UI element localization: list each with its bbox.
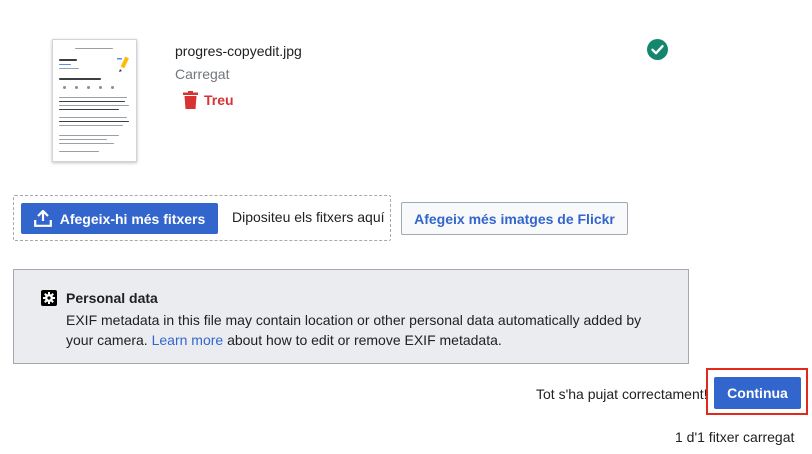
notice-body-text-end: about how to edit or remove EXIF metadat…: [223, 332, 502, 348]
notice-title: Personal data: [66, 290, 158, 306]
continue-button[interactable]: Continua: [714, 377, 801, 409]
check-circle-icon: [647, 39, 668, 60]
add-files-button[interactable]: Afegeix-hi més fitxers: [21, 203, 218, 234]
file-thumbnail: [52, 39, 137, 162]
trash-icon: [183, 91, 198, 109]
notice-body: EXIF metadata in this file may contain l…: [66, 310, 666, 350]
dropzone-hint: Dipositeu els fitxers aquí: [232, 209, 385, 225]
settings-gear-icon: [41, 290, 57, 306]
upload-count: 1 d'1 fitxer carregat: [675, 429, 795, 445]
add-flickr-images-button[interactable]: Afegeix més imatges de Flickr: [401, 202, 628, 235]
remove-file-button[interactable]: Treu: [183, 90, 234, 110]
remove-file-label: Treu: [204, 92, 234, 108]
learn-more-link[interactable]: Learn more: [152, 332, 224, 348]
file-status: Carregat: [175, 66, 230, 82]
file-name: progres-copyedit.jpg: [175, 43, 302, 59]
pencil-icon: [117, 56, 129, 72]
upload-wizard: progres-copyedit.jpg Carregat Treu Afege…: [0, 0, 812, 454]
personal-data-notice: Personal data EXIF metadata in this file…: [13, 269, 689, 364]
upload-icon: [33, 210, 52, 227]
add-files-label: Afegeix-hi més fitxers: [59, 210, 206, 227]
upload-success-message: Tot s'ha pujat correctament!: [536, 386, 708, 402]
